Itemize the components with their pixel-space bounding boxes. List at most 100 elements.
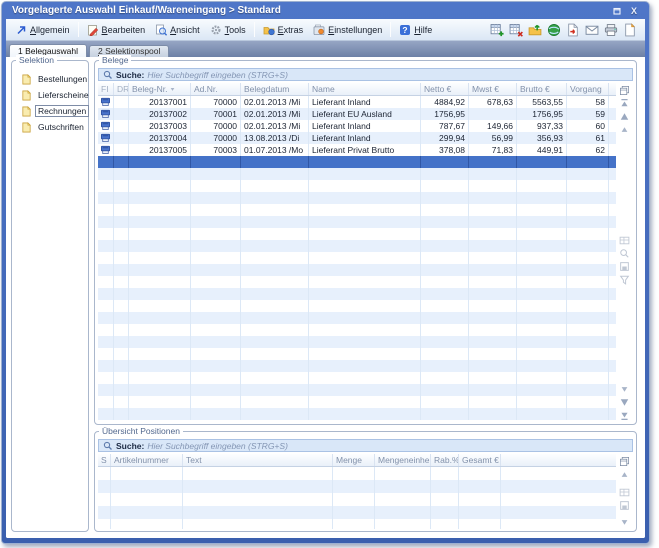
menu-item-einstellungen[interactable]: Einstellungen <box>308 21 387 39</box>
table-row[interactable]: 201370037000002.01.2013 /MiLieferant Inl… <box>98 120 616 132</box>
empty-row[interactable] <box>98 312 616 324</box>
table-row[interactable]: 201370057000301.07.2013 /MoLieferant Pri… <box>98 144 616 156</box>
sidebar-item-label: Rechnungen <box>35 105 89 117</box>
empty-row[interactable] <box>98 480 616 493</box>
search-icon <box>103 70 113 80</box>
col-header-mwst[interactable]: Mwst € <box>469 83 517 95</box>
empty-row[interactable] <box>98 228 616 240</box>
col-header-s[interactable]: S <box>98 454 111 466</box>
globe-icon[interactable] <box>547 23 561 37</box>
save-icon[interactable] <box>619 261 631 272</box>
table-row[interactable]: 201370047000013.08.2013 /DiLieferant Inl… <box>98 132 616 144</box>
col-header-rab[interactable]: Rab.% <box>431 454 459 466</box>
folder-export-icon[interactable] <box>528 23 542 37</box>
empty-row[interactable] <box>98 493 616 506</box>
page-icon <box>21 122 32 133</box>
table-row[interactable]: 201370027000102.01.2013 /MiLieferant EU … <box>98 108 616 120</box>
empty-row[interactable] <box>98 348 616 360</box>
restore-button[interactable] <box>610 5 624 17</box>
positionen-side-strip <box>616 454 633 529</box>
sidebar-item-rechnungen[interactable]: Rechnungen <box>21 105 86 117</box>
help-icon: ? <box>399 24 411 36</box>
save-icon[interactable] <box>619 500 631 511</box>
menu-item-ansicht[interactable]: Ansicht <box>150 21 205 39</box>
positionen-search-input[interactable]: Suche: Hier Suchbegriff eingeben (STRG+S… <box>98 439 633 452</box>
empty-row[interactable] <box>98 506 616 519</box>
empty-row[interactable] <box>98 300 616 312</box>
empty-row[interactable] <box>98 264 616 276</box>
scroll-up-icon[interactable] <box>619 469 631 480</box>
scroll-down-small-icon[interactable] <box>619 384 631 395</box>
empty-row[interactable] <box>98 204 616 216</box>
scroll-to-bottom-icon[interactable] <box>619 410 631 421</box>
table-delete-icon[interactable] <box>509 23 523 37</box>
table-row[interactable]: 201370017000002.01.2013 /MiLieferant Inl… <box>98 96 616 108</box>
new-page-icon[interactable] <box>623 23 637 37</box>
col-header-text[interactable]: Text <box>183 454 333 466</box>
empty-row[interactable] <box>98 252 616 264</box>
search-label: Suche: <box>116 70 144 80</box>
col-header-mengeneinheit[interactable]: Mengeneinheit <box>375 454 431 466</box>
menu-separator <box>390 22 391 37</box>
col-header-name[interactable]: Name <box>309 83 421 95</box>
grid-view-icon[interactable] <box>619 235 631 246</box>
print-icon[interactable] <box>604 23 618 37</box>
copy-grid-icon[interactable] <box>619 456 631 467</box>
col-header-gesamt[interactable]: Gesamt € <box>459 454 501 466</box>
col-header-belegdatum[interactable]: Belegdatum <box>241 83 309 95</box>
col-header-brutto[interactable]: Brutto € <box>517 83 567 95</box>
menu-item-tools[interactable]: Tools <box>205 21 251 39</box>
col-header-netto[interactable]: Netto € <box>421 83 469 95</box>
empty-row[interactable] <box>98 240 616 252</box>
scroll-up-small-icon[interactable] <box>619 124 631 135</box>
filter-icon[interactable] <box>619 274 631 285</box>
col-header-menge[interactable]: Menge <box>333 454 375 466</box>
grid-view-icon[interactable] <box>619 487 631 498</box>
document-status-icon <box>100 96 111 107</box>
selected-row[interactable] <box>98 156 616 168</box>
menu-item-extras[interactable]: Extras <box>258 21 309 39</box>
sidebar-item-bestellungen[interactable]: Bestellungen <box>21 73 86 85</box>
document-status-icon <box>100 132 111 143</box>
empty-row[interactable] <box>98 192 616 204</box>
empty-row[interactable] <box>98 324 616 336</box>
empty-row[interactable] <box>98 276 616 288</box>
empty-row[interactable] <box>98 216 616 228</box>
empty-row[interactable] <box>98 288 616 300</box>
empty-row[interactable] <box>98 180 616 192</box>
empty-row[interactable] <box>98 467 616 480</box>
copy-grid-icon[interactable] <box>619 85 631 96</box>
col-header-artikelnummer[interactable]: Artikelnummer <box>111 454 183 466</box>
empty-row[interactable] <box>98 372 616 384</box>
belege-search-input[interactable]: Suche: Hier Suchbegriff eingeben (STRG+S… <box>98 68 633 81</box>
magnifier-icon[interactable] <box>619 248 631 259</box>
sidebar-item-gutschriften[interactable]: Gutschriften <box>21 121 86 133</box>
empty-row[interactable] <box>98 519 616 529</box>
menu-item-bearbeiten[interactable]: Bearbeiten <box>82 21 151 39</box>
col-header-beleg-nr[interactable]: Beleg-Nr. <box>129 83 191 95</box>
col-header-fi[interactable]: FI <box>98 83 114 95</box>
sidebar-item-label: Lieferscheine <box>35 89 92 101</box>
close-button[interactable]: X <box>627 5 641 17</box>
col-header-vorgang[interactable]: Vorgang <box>567 83 609 95</box>
empty-row[interactable] <box>98 396 616 408</box>
empty-row[interactable] <box>98 168 616 180</box>
scroll-down-icon[interactable] <box>619 517 631 528</box>
email-icon[interactable] <box>585 23 599 37</box>
empty-row[interactable] <box>98 408 616 420</box>
empty-row[interactable] <box>98 384 616 396</box>
col-header-dr[interactable]: DR <box>114 83 129 95</box>
menu-item-allgemein[interactable]: Allgemein <box>10 21 75 39</box>
scroll-to-top-icon[interactable] <box>619 98 631 109</box>
col-header-ad-nr[interactable]: Ad.Nr. <box>191 83 241 95</box>
scroll-up-icon[interactable] <box>619 111 631 122</box>
sidebar-item-lieferscheine[interactable]: Lieferscheine <box>21 89 86 101</box>
menu-item-label: Tools <box>225 25 246 35</box>
document-export-icon[interactable] <box>566 23 580 37</box>
empty-row[interactable] <box>98 336 616 348</box>
search-placeholder: Hier Suchbegriff eingeben (STRG+S) <box>147 70 288 80</box>
menu-item-hilfe[interactable]: ?Hilfe <box>394 21 437 39</box>
table-add-icon[interactable] <box>490 23 504 37</box>
scroll-down-icon[interactable] <box>619 397 631 408</box>
empty-row[interactable] <box>98 360 616 372</box>
